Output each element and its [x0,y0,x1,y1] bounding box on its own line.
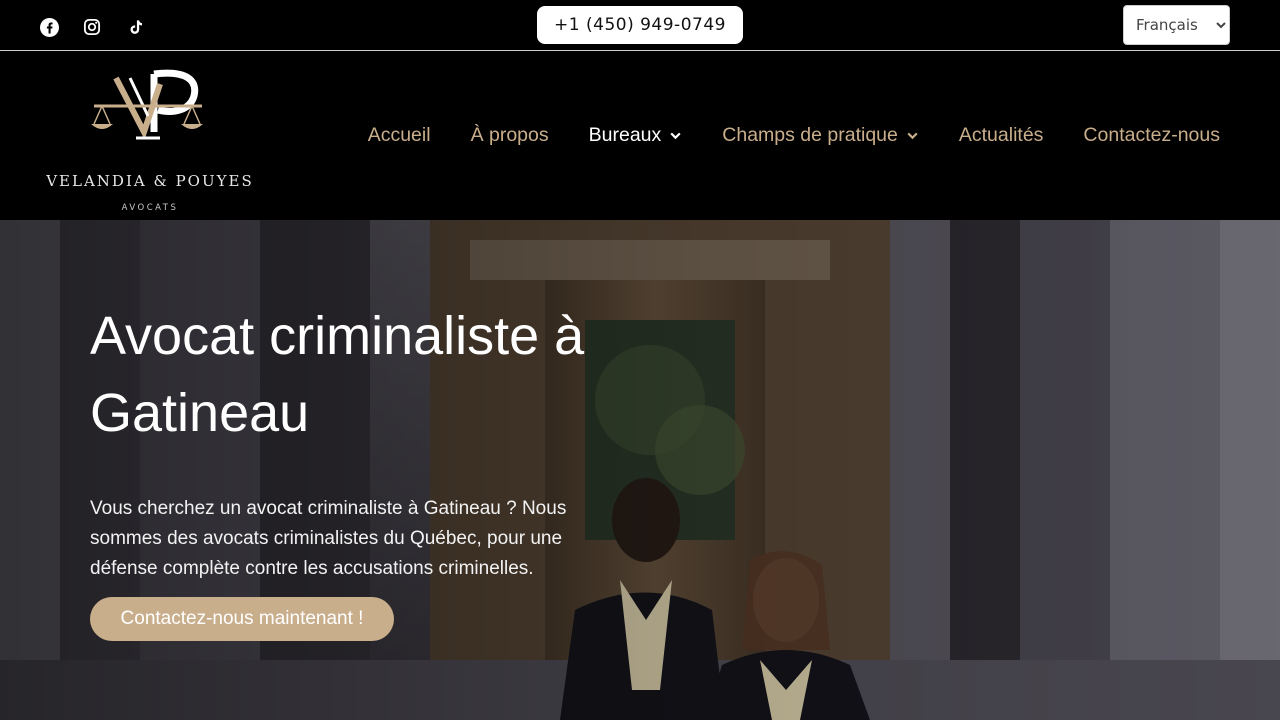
nav-item-label: Accueil [367,124,431,146]
hero-content: Avocat criminaliste à Gatineau Vous cher… [90,298,650,584]
main-nav: Accueil À propos Bureaux Champs de prati… [368,124,1220,147]
top-bar: +1 (450) 949-0749 Français [0,0,1280,51]
nav-item-contact[interactable]: Contactez-nous [1083,124,1220,147]
language-select[interactable]: Français [1123,5,1230,45]
nav-item-label: Bureaux [588,124,662,146]
nav-item-news[interactable]: Actualités [959,124,1044,147]
tiktok-icon[interactable] [124,16,146,38]
contact-now-button[interactable]: Contactez-nous maintenant ! [90,597,394,641]
nav-item-label: À propos [470,124,549,146]
hero-title: Avocat criminaliste à Gatineau [90,298,650,452]
logo-name: VELANDIA & POUYES [46,172,254,190]
nav-item-label: Contactez-nous [1083,124,1220,146]
hero-title-line-2: Gatineau [90,383,310,443]
scales-of-justice-icon [91,69,203,140]
hero-section: Avocat criminaliste à Gatineau Vous cher… [0,220,1280,720]
instagram-icon[interactable] [81,16,103,38]
nav-item-offices[interactable]: Bureaux [589,124,683,147]
nav-item-about[interactable]: À propos [471,124,549,147]
hero-title-line-1: Avocat criminaliste à [90,306,585,366]
facebook-icon[interactable] [38,16,60,38]
chevron-down-icon [906,129,919,142]
nav-item-practice[interactable]: Champs de pratique [722,124,919,147]
social-links [38,16,146,38]
phone-button[interactable]: +1 (450) 949-0749 [537,6,743,44]
hero-description: Vous cherchez un avocat criminaliste à G… [90,498,567,579]
nav-item-label: Actualités [958,124,1044,146]
nav-item-home[interactable]: Accueil [368,124,431,147]
firm-logo[interactable]: VELANDIA & POUYES AVOCATS [36,64,260,213]
chevron-down-icon [669,129,682,142]
main-header: VELANDIA & POUYES AVOCATS Accueil À prop… [0,52,1280,220]
logo-subtitle: AVOCATS [121,203,179,213]
nav-item-label: Champs de pratique [722,124,898,146]
